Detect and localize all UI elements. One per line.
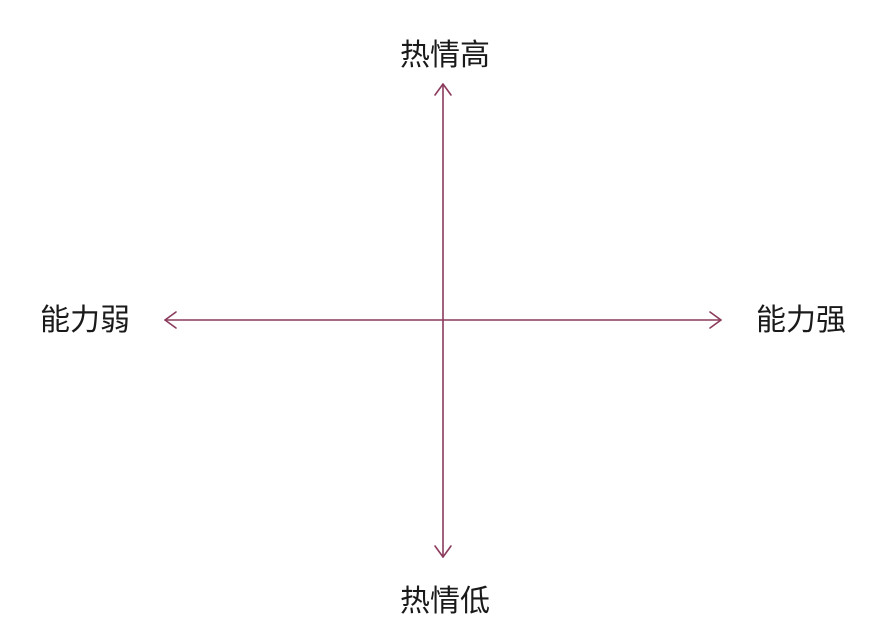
axis-label-top: 热情高 — [400, 38, 490, 73]
axis-label-right: 能力强 — [756, 303, 846, 338]
axis-label-bottom: 热情低 — [400, 584, 490, 619]
axis-label-left: 能力弱 — [40, 303, 130, 338]
